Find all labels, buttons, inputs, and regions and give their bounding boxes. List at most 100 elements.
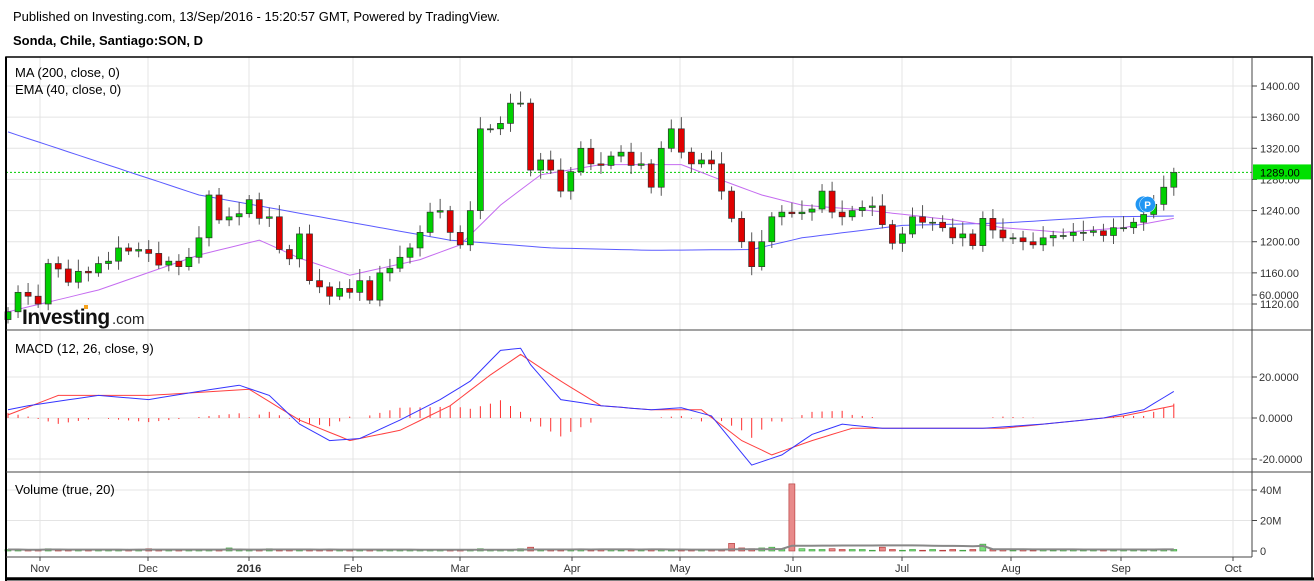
macd-tick-label: 60.0000 <box>1259 290 1299 302</box>
candle-body <box>597 163 605 166</box>
candle-body <box>135 249 142 252</box>
candle-body <box>567 171 575 192</box>
candle <box>135 242 142 258</box>
candle <box>1090 226 1097 237</box>
candle <box>778 205 786 226</box>
candle-body <box>487 128 494 131</box>
candle <box>145 240 153 262</box>
candle-body <box>949 227 957 239</box>
candle <box>949 218 957 245</box>
candle <box>748 232 756 276</box>
candle <box>286 244 293 266</box>
candle <box>74 259 82 289</box>
candle <box>768 212 776 248</box>
candle-body <box>1059 235 1067 237</box>
candle-body <box>386 267 394 274</box>
volume-bar <box>1009 549 1017 552</box>
candle-body <box>396 256 404 269</box>
candle-body <box>1170 172 1178 188</box>
candle <box>858 200 866 217</box>
candle-body <box>677 128 685 153</box>
candle <box>245 195 253 218</box>
candle-body <box>728 190 735 219</box>
candle <box>477 117 484 220</box>
price-tick-label: 1160.00 <box>1260 268 1299 280</box>
candle <box>808 204 816 221</box>
candle <box>54 256 62 278</box>
candle-body <box>838 211 846 218</box>
volume-bar <box>899 549 906 552</box>
candle-body <box>74 270 82 283</box>
candle-body <box>708 159 715 165</box>
volume-bar <box>818 549 826 552</box>
candle <box>1130 217 1137 234</box>
volume-bar <box>788 483 796 552</box>
candle-body <box>64 268 72 283</box>
candle <box>517 91 524 108</box>
candle-body <box>1029 241 1037 246</box>
candle-body <box>527 102 534 171</box>
candle <box>557 158 565 198</box>
candle-body <box>54 263 62 270</box>
candle <box>1029 232 1037 249</box>
macd-panel <box>7 347 1175 466</box>
volume-tick-label: 0 <box>1260 546 1266 558</box>
candle <box>718 152 725 200</box>
candle-body <box>818 190 826 210</box>
candle <box>688 147 695 173</box>
candle-body <box>436 210 444 213</box>
candle <box>728 186 735 223</box>
candle-body <box>175 260 183 267</box>
candle-body <box>1140 214 1148 223</box>
time-tick-label: Jun <box>784 563 802 575</box>
candle <box>487 124 494 133</box>
gridlines <box>6 57 1252 557</box>
candle-body <box>466 210 474 246</box>
candle-body <box>477 128 484 211</box>
candle-body <box>758 241 766 267</box>
candle-body <box>326 286 333 297</box>
candle <box>24 282 32 305</box>
candle-body <box>969 233 977 246</box>
candle-body <box>698 159 705 165</box>
candle-body <box>939 221 947 229</box>
volume-bar <box>879 546 886 552</box>
stock-chart: P 1400.001360.001320.001280.001240.00120… <box>4 56 1314 581</box>
candle <box>215 187 223 224</box>
candle-body <box>346 288 354 293</box>
candle-body <box>497 123 504 130</box>
time-tick-label: Oct <box>1224 563 1241 575</box>
candle <box>698 152 705 168</box>
candle <box>1019 230 1027 251</box>
candle-body <box>446 210 454 233</box>
candle <box>848 205 856 221</box>
candle-body <box>1069 232 1077 236</box>
candle-body <box>265 216 273 219</box>
candle-body <box>225 216 233 221</box>
time-tick-label: Nov <box>30 563 50 575</box>
volume-bar <box>919 549 926 552</box>
axes: 1400.001360.001320.001280.001240.001200.… <box>5 56 1314 581</box>
candle-body <box>1019 237 1027 243</box>
volume-bar <box>808 549 816 552</box>
candle-body <box>44 263 52 305</box>
candle <box>497 116 504 136</box>
candle <box>396 245 404 273</box>
candle-body <box>1009 237 1017 240</box>
candle-body <box>195 237 203 258</box>
candle-body <box>1100 230 1107 236</box>
candle <box>1160 175 1168 211</box>
candle <box>326 282 333 305</box>
time-tick-label: May <box>670 563 691 575</box>
candle-body <box>587 147 595 165</box>
macd-tick-label: 0.0000 <box>1259 413 1293 425</box>
candle-body <box>1049 235 1057 239</box>
price-tick-label: 1240.00 <box>1260 206 1300 218</box>
candle <box>909 207 916 238</box>
candle <box>436 198 444 219</box>
candle <box>235 202 243 226</box>
logo-dot <box>84 305 88 309</box>
last-price-label: 1289.00 <box>1260 167 1300 179</box>
candle-body <box>667 128 675 149</box>
candle <box>185 247 193 271</box>
